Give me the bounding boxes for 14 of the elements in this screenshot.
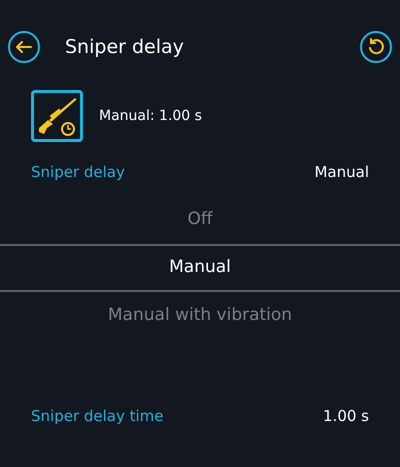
setting-value: Manual: [314, 162, 369, 183]
back-button[interactable]: [8, 31, 40, 63]
delay-time-value: 1.00 s: [323, 406, 369, 427]
back-arrow-icon: [15, 40, 33, 54]
page-title: Sniper delay: [65, 34, 185, 60]
option-item[interactable]: Manual: [0, 244, 400, 292]
reset-button[interactable]: [360, 31, 392, 63]
reset-icon: [367, 38, 385, 56]
summary-text: Manual: 1.00 s: [99, 106, 202, 126]
option-item[interactable]: Off: [0, 196, 400, 244]
setting-label: Sniper delay: [31, 162, 125, 183]
option-item[interactable]: Manual with vibration: [0, 292, 400, 340]
delay-time-label: Sniper delay time: [31, 406, 164, 427]
sniper-rifle-icon: [31, 90, 83, 142]
